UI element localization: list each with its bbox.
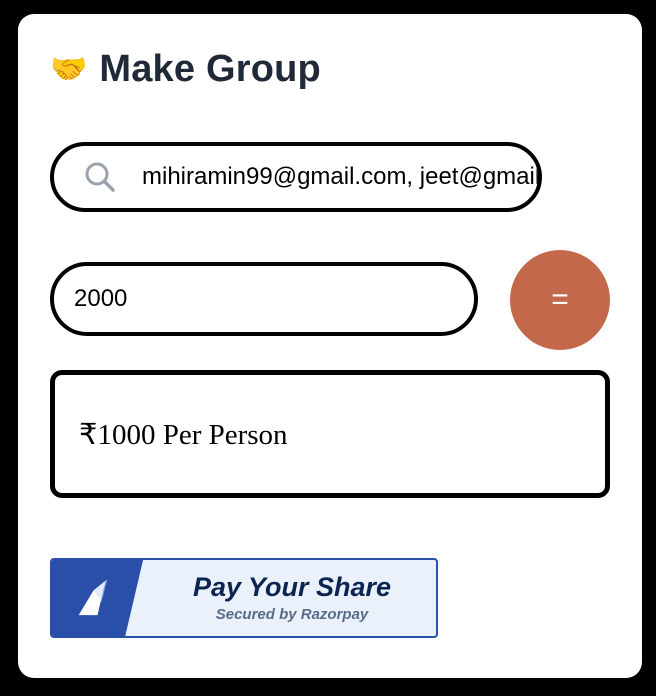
page-title: Make Group <box>99 48 321 90</box>
email-search-field[interactable] <box>50 142 542 212</box>
email-input[interactable] <box>142 146 538 208</box>
result-box: ₹1000 Per Person <box>50 370 610 498</box>
amount-input[interactable] <box>74 266 454 332</box>
pay-button-text: Pay Your Share Secured by Razorpay <box>148 560 436 636</box>
per-person-amount: ₹1000 Per Person <box>79 418 288 451</box>
make-group-card: 🤝 Make Group = ₹1000 Per Person Pay Your… <box>18 14 642 678</box>
header: 🤝 Make Group <box>50 48 321 91</box>
calculate-button[interactable]: = <box>510 250 610 350</box>
pay-button-label: Pay Your Share <box>192 571 392 602</box>
pay-button-sublabel: Secured by Razorpay <box>215 606 369 624</box>
search-icon <box>85 162 115 192</box>
handshake-icon: 🤝 <box>50 51 88 87</box>
pay-your-share-button[interactable]: Pay Your Share Secured by Razorpay <box>50 558 438 638</box>
amount-field[interactable] <box>50 262 478 336</box>
